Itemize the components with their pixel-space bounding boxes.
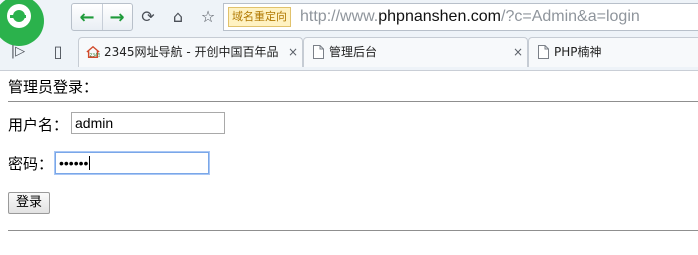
url-text: http://www.phpnanshen.com/?c=Admin&a=log… [300,7,640,27]
forward-button[interactable]: → [102,4,132,30]
page-icon [311,44,325,60]
redirect-badge[interactable]: 域名重定向 [228,7,291,27]
divider-top [8,101,698,102]
tab-strip: |▷ ▯ 2345 2345网址导航 - 开创中国百年品 × 管理后台 × PH… [0,35,698,70]
username-value: admin [75,115,114,131]
tab-title: 2345网址导航 - 开创中国百年品 [104,45,279,59]
username-label: 用户名： [8,116,69,134]
page-title: 管理员登录： [8,78,99,96]
password-value: •••••• [59,155,89,171]
browser-toolbar: ← → ⟳ ⌂ ☆ 域名重定向 http://www.phpnanshen.co… [0,0,698,46]
url-host: phpnanshen.com [378,8,502,25]
tab-close-icon[interactable]: × [513,45,523,59]
password-input[interactable]: •••••• [55,152,209,174]
tab-title: PHP楠神 [554,45,602,59]
2345-favicon-icon: 2345 [86,44,100,60]
tab-close-icon[interactable]: × [288,45,298,59]
device-icon[interactable]: ▯ [46,39,70,63]
forward-arrow-icon: → [109,6,125,28]
tab-2345-nav[interactable]: 2345 2345网址导航 - 开创中国百年品 × [78,37,303,67]
divider-bottom [8,230,698,231]
nav-button-group: ← → [71,3,133,31]
svg-text:2345: 2345 [90,52,101,58]
tab-php-nanshen[interactable]: PHP楠神 [528,37,698,67]
reload-icon[interactable]: ⟳ [136,4,160,28]
back-button[interactable]: ← [72,4,103,30]
url-prefix: http://www. [300,8,379,25]
page-icon [536,44,550,60]
sidebar-toggle-icon[interactable]: |▷ [6,39,30,63]
address-bar[interactable]: 域名重定向 http://www.phpnanshen.com/?c=Admin… [223,3,698,31]
url-path: /?c=Admin&a=login [501,8,640,25]
tab-admin-backend[interactable]: 管理后台 × [303,37,528,67]
logo-e-bar [10,15,26,18]
home-icon[interactable]: ⌂ [166,4,190,28]
back-arrow-icon: ← [79,6,95,28]
browser-chrome: ← → ⟳ ⌂ ☆ 域名重定向 http://www.phpnanshen.co… [0,0,698,71]
bookmark-star-icon[interactable]: ☆ [196,4,220,28]
password-label: 密码： [8,155,54,173]
login-button[interactable]: 登录 [8,192,50,214]
username-input[interactable]: admin [71,112,225,134]
tab-title: 管理后台 [329,45,378,59]
text-caret [89,156,91,170]
